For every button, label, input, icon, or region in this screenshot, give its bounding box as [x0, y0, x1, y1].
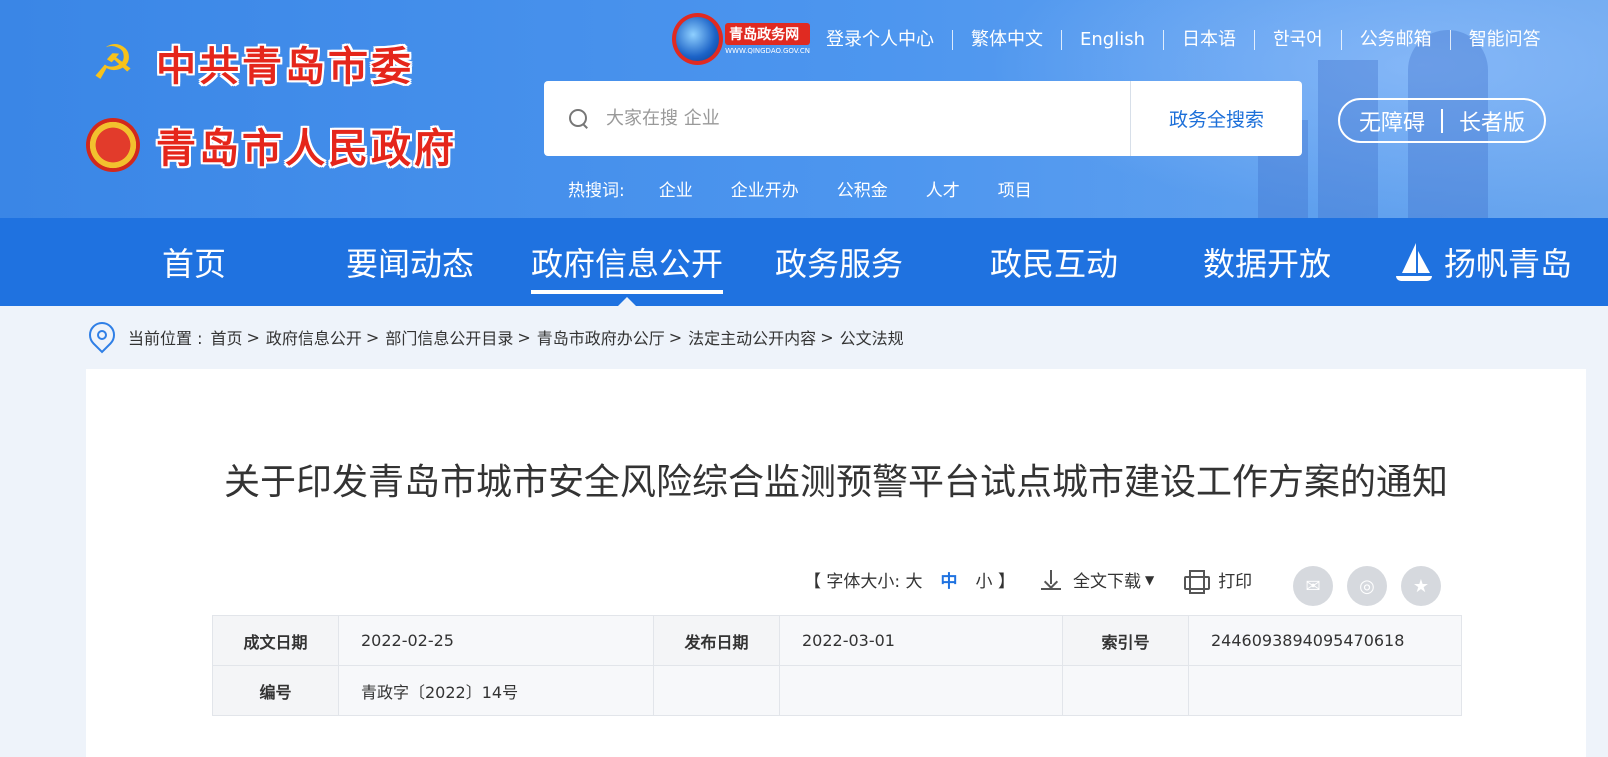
sailboat-icon	[1396, 243, 1432, 281]
article-tools: 【 字体大小: 大 中 小 】 全文下载 ▼ 打印	[804, 567, 1252, 594]
logo-gov-text: 青岛市人民政府	[156, 126, 457, 172]
elder-mode-button[interactable]: 长者版	[1459, 105, 1525, 137]
print-icon[interactable]	[1184, 569, 1211, 594]
link-japanese[interactable]: 日本语	[1163, 30, 1254, 50]
meta-empty-cell	[1188, 665, 1462, 716]
print-button[interactable]: 打印	[1218, 567, 1252, 592]
link-official-mail[interactable]: 公务邮箱	[1340, 30, 1450, 50]
meta-written-date: 2022-02-25	[338, 615, 654, 666]
globe-icon	[672, 13, 724, 65]
link-korean[interactable]: 한국어	[1254, 30, 1341, 50]
hot-search: 热搜词: 企业 企业开办 公积金 人才 项目	[568, 176, 1070, 201]
nav-news[interactable]: 要闻动态	[346, 218, 474, 306]
nav-yangfan-label: 扬帆青岛	[1444, 245, 1573, 283]
meta-empty-cell	[779, 665, 1063, 716]
national-emblem-icon	[86, 118, 140, 172]
nav-interaction[interactable]: 政民互动	[990, 218, 1118, 306]
link-smart-qa[interactable]: 智能问答	[1449, 30, 1559, 50]
table-row: 编号 青政字〔2022〕14号	[212, 665, 1462, 716]
download-icon	[1040, 569, 1061, 590]
breadcrumb-item-office[interactable]: 青岛市政府办公厅	[537, 325, 665, 349]
search-icon	[568, 108, 590, 130]
party-emblem-icon: ☭	[91, 35, 135, 91]
hot-word[interactable]: 项目	[998, 176, 1032, 201]
breadcrumb-item-dept-catalog[interactable]: 部门信息公开目录	[385, 325, 513, 349]
wechat-share-icon[interactable]: ✉	[1293, 566, 1333, 606]
link-english[interactable]: English	[1061, 30, 1163, 50]
nav-home[interactable]: 首页	[162, 218, 226, 306]
link-traditional-chinese[interactable]: 繁体中文	[952, 30, 1061, 50]
logo-party-text: 中共青岛市委	[156, 44, 414, 90]
font-size-large[interactable]: 【 字体大小: 大	[804, 567, 923, 592]
hot-word[interactable]: 人才	[926, 176, 960, 201]
top-links: 登录个人中心 繁体中文 English 日本语 한국어 公务邮箱 智能问答	[826, 30, 1559, 50]
portal-domain: WWW.QINGDAO.GOV.CN	[725, 47, 810, 55]
meta-number: 青政字〔2022〕14号	[338, 665, 654, 716]
article-card: 关于印发青岛市城市安全风险综合监测预警平台试点城市建设工作方案的通知 【 字体大…	[86, 369, 1586, 757]
document-meta-table: 成文日期 2022-02-25 发布日期 2022-03-01 索引号 2446…	[212, 615, 1462, 716]
nav-open-data[interactable]: 数据开放	[1203, 218, 1331, 306]
search-input[interactable]	[606, 108, 1106, 129]
download-label: 全文下载	[1072, 572, 1141, 592]
divider	[1441, 108, 1443, 133]
search-box: 政务全搜索	[544, 81, 1302, 156]
nav-yangfan[interactable]: 扬帆青岛	[1396, 218, 1572, 306]
breadcrumb-label: 当前位置 :	[128, 329, 203, 348]
breadcrumb-separator: >	[820, 327, 834, 347]
hot-word[interactable]: 公积金	[837, 176, 888, 201]
link-login[interactable]: 登录个人中心	[826, 30, 952, 50]
portal-name: 青岛政务网	[725, 23, 810, 45]
favorite-star-icon[interactable]: ★	[1401, 566, 1441, 606]
breadcrumb-item-documents[interactable]: 公文法规	[840, 325, 904, 349]
breadcrumb-separator: >	[517, 327, 531, 347]
main-nav: 首页 要闻动态 政府信息公开 政务服务 政民互动 数据开放 扬帆青岛	[0, 218, 1608, 306]
location-pin-icon	[86, 322, 114, 352]
font-size-small[interactable]: 小 】	[976, 567, 1015, 592]
breadcrumb: 当前位置 : 首页 > 政府信息公开 > 部门信息公开目录 > 青岛市政府办公厅…	[86, 322, 904, 352]
barrier-free-button[interactable]: 无障碍	[1359, 105, 1425, 137]
breadcrumb-separator: >	[365, 327, 380, 347]
breadcrumb-item-home[interactable]: 首页	[210, 325, 242, 349]
logo-party-committee[interactable]: ☭ 中共青岛市委	[86, 34, 414, 92]
table-row: 成文日期 2022-02-25 发布日期 2022-03-01 索引号 2446…	[212, 615, 1462, 666]
meta-number-label: 编号	[212, 665, 339, 716]
meta-publish-date: 2022-03-01	[779, 615, 1063, 666]
article-title: 关于印发青岛市城市安全风险综合监测预警平台试点城市建设工作方案的通知	[223, 462, 1448, 503]
chevron-down-icon: ▼	[1144, 572, 1155, 587]
search-button[interactable]: 政务全搜索	[1130, 81, 1302, 156]
meta-empty-cell	[1062, 665, 1189, 716]
meta-empty-cell	[653, 665, 780, 716]
breadcrumb-item-statutory[interactable]: 法定主动公开内容	[688, 325, 816, 349]
logo-government[interactable]: 青岛市人民政府	[86, 116, 457, 174]
hot-word[interactable]: 企业开办	[731, 176, 799, 201]
weibo-share-icon[interactable]: ◎	[1347, 566, 1387, 606]
meta-publish-date-label: 发布日期	[653, 615, 780, 666]
font-size-medium[interactable]: 中	[941, 567, 958, 592]
download-button[interactable]: 全文下载 ▼	[1040, 567, 1155, 592]
nav-gov-info[interactable]: 政府信息公开	[531, 218, 724, 306]
breadcrumb-separator: >	[668, 327, 683, 347]
breadcrumb-item-gov-info[interactable]: 政府信息公开	[266, 325, 362, 349]
meta-index-label: 索引号	[1062, 615, 1189, 666]
portal-logo[interactable]: 青岛政务网 WWW.QINGDAO.GOV.CN	[672, 12, 810, 66]
site-header: ☭ 中共青岛市委 青岛市人民政府 青岛政务网 WWW.QINGDAO.GOV.C…	[0, 0, 1608, 218]
meta-written-date-label: 成文日期	[212, 615, 339, 666]
accessibility-toggle: 无障碍 长者版	[1338, 98, 1546, 143]
hot-search-label: 热搜词:	[568, 181, 625, 201]
breadcrumb-separator: >	[246, 327, 260, 347]
nav-services[interactable]: 政务服务	[775, 218, 903, 306]
hot-word[interactable]: 企业	[659, 176, 693, 201]
meta-index: 2446093894095470618	[1188, 615, 1462, 666]
